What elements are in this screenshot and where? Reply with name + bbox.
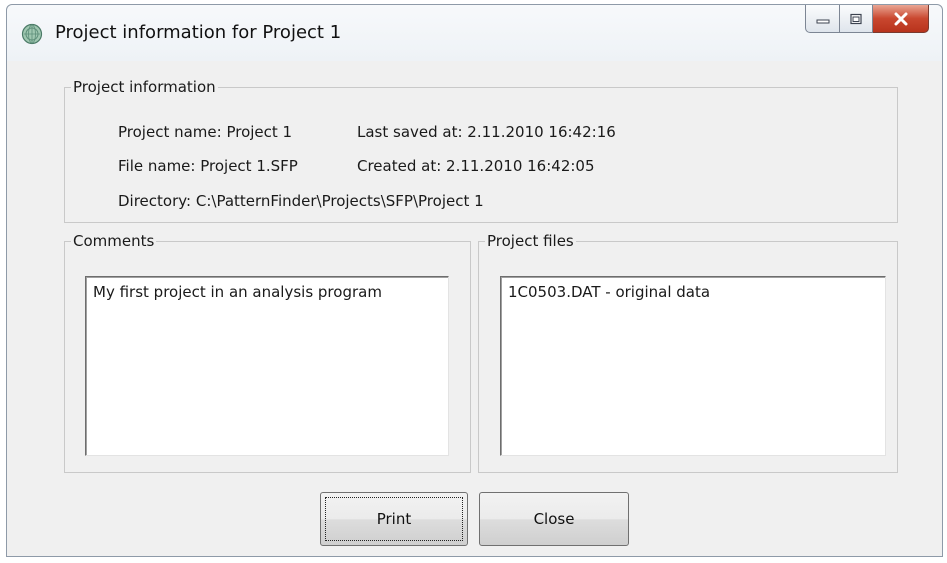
print-button[interactable]: Print: [320, 492, 468, 546]
focus-rectangle: [325, 497, 463, 541]
globe-icon: [21, 23, 43, 45]
file-name-text: File name: Project 1.SFP: [118, 157, 298, 175]
dialog-client-area: Project information Project name: Projec…: [16, 61, 933, 549]
list-item[interactable]: 1C0503.DAT - original data: [508, 283, 878, 301]
window-title: Project information for Project 1: [55, 22, 342, 43]
maximize-icon: [850, 13, 862, 24]
directory-text: Directory: C:\PatternFinder\Projects\SFP…: [118, 192, 484, 210]
project-files-label: Project files: [485, 232, 576, 250]
minimize-button[interactable]: [805, 5, 840, 33]
comments-group: Comments My first project in an analysis…: [64, 232, 471, 473]
caption-buttons: [805, 5, 929, 35]
comments-label: Comments: [71, 232, 157, 250]
close-button[interactable]: Close: [479, 492, 629, 546]
project-files-group: Project files 1C0503.DAT - original data: [478, 232, 898, 473]
dialog-window: Project information for Project 1 Projec…: [6, 4, 943, 557]
minimize-icon: [816, 19, 829, 23]
last-saved-text: Last saved at: 2.11.2010 16:42:16: [357, 123, 616, 141]
created-at-text: Created at: 2.11.2010 16:42:05: [357, 157, 595, 175]
project-info-label: Project information: [71, 78, 218, 96]
title-bar[interactable]: Project information for Project 1: [7, 5, 942, 61]
close-window-button[interactable]: [873, 5, 929, 33]
project-name-text: Project name: Project 1: [118, 123, 293, 141]
project-info-group: Project information Project name: Projec…: [64, 78, 898, 223]
close-icon: [894, 12, 907, 25]
project-files-listbox[interactable]: 1C0503.DAT - original data: [500, 276, 886, 456]
maximize-button[interactable]: [840, 5, 873, 33]
close-button-label: Close: [533, 510, 575, 528]
comments-textbox[interactable]: My first project in an analysis program: [85, 276, 449, 456]
